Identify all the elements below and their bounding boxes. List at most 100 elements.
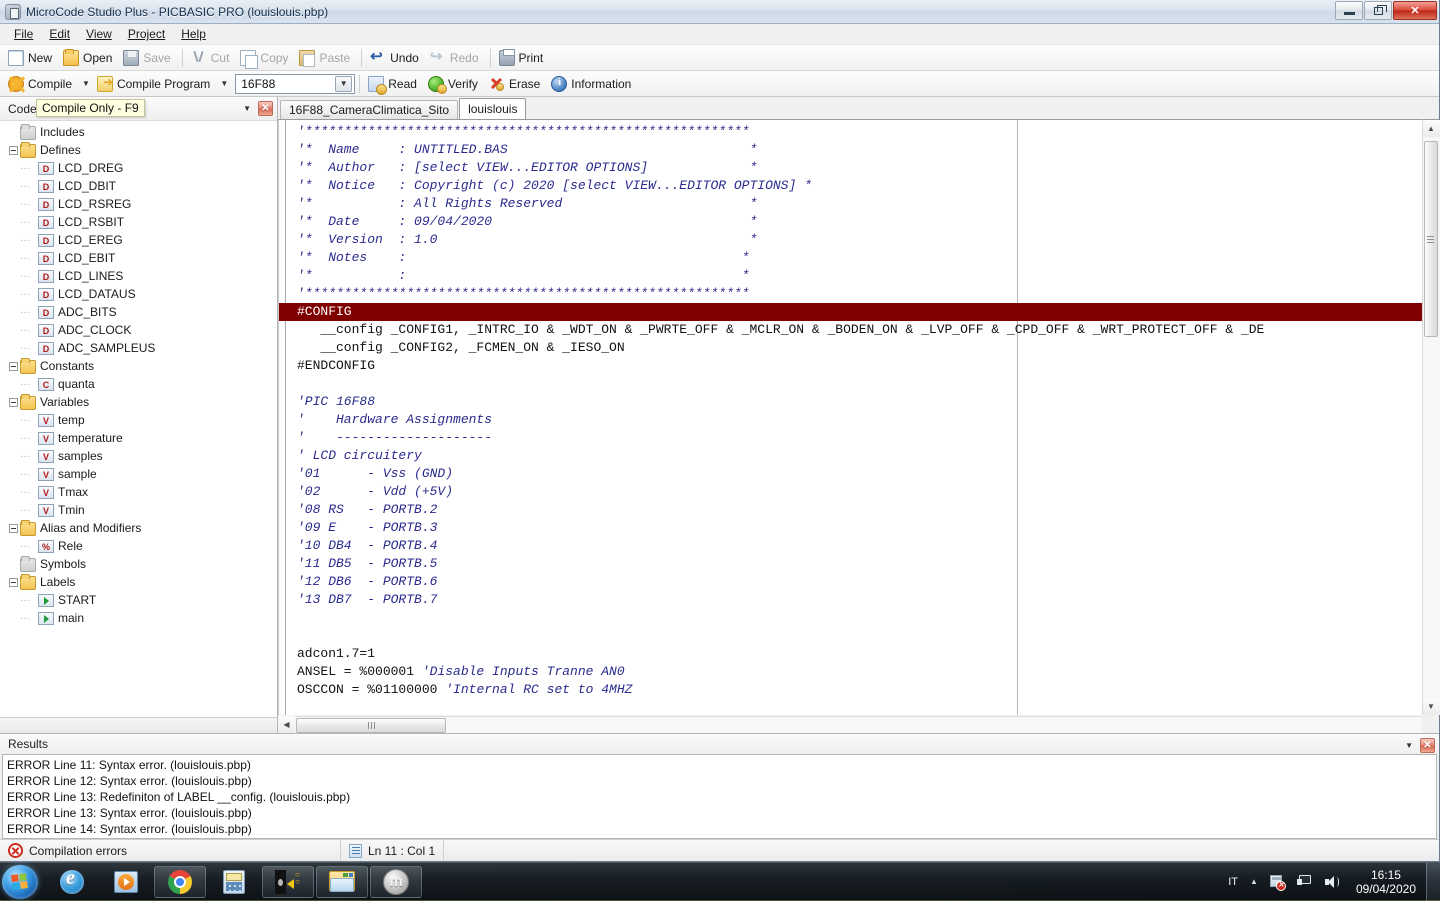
tree-item-tmax[interactable]: ···VTmax (6, 483, 277, 501)
tree-item-lcd-rsbit[interactable]: ···DLCD_RSBIT (6, 213, 277, 231)
tree-item-lcd-dataus[interactable]: ···DLCD_DATAUS (6, 285, 277, 303)
print-button[interactable]: Print (495, 47, 551, 69)
menu-view[interactable]: View (78, 25, 120, 43)
code-explorer-panel: Code Compile Only - F9 ▼ ✕ IncludesDefin… (0, 97, 278, 733)
result-message[interactable]: ERROR Line 14: Syntax error. (louislouis… (7, 821, 1436, 837)
compile-program-dropdown-arrow-icon[interactable]: ▼ (217, 79, 231, 88)
tree-item-lcd-ereg[interactable]: ···DLCD_EREG (6, 231, 277, 249)
tree-item-quanta[interactable]: ···Cquanta (6, 375, 277, 393)
code-area[interactable]: '***************************************… (278, 119, 1422, 715)
tree-item-start[interactable]: ···START (6, 591, 277, 609)
menu-project[interactable]: Project (120, 25, 173, 43)
code-explorer-tree[interactable]: IncludesDefines···DLCD_DREG···DLCD_DBIT·… (0, 121, 277, 717)
language-indicator[interactable]: IT (1222, 876, 1244, 888)
show-hidden-icons-button[interactable]: ▲ (1244, 877, 1264, 886)
title-bar: MicroCode Studio Plus - PICBASIC PRO (lo… (0, 0, 1439, 24)
read-button[interactable]: Read (364, 73, 424, 95)
tree-item-adc-sampleus[interactable]: ···DADC_SAMPLEUS (6, 339, 277, 357)
restore-button[interactable] (1364, 1, 1392, 20)
tree-item-temperature[interactable]: ···Vtemperature (6, 429, 277, 447)
results-close-button[interactable]: ✕ (1420, 738, 1435, 753)
network-button[interactable] (1291, 875, 1318, 888)
redo-button[interactable]: Redo (426, 47, 486, 69)
tree-item-constants[interactable]: Constants (6, 357, 277, 375)
editor-tab-louislouis[interactable]: louislouis (459, 98, 526, 119)
tree-item-label: LCD_DREG (58, 161, 123, 175)
tree-item-adc-clock[interactable]: ···DADC_CLOCK (6, 321, 277, 339)
tree-item-rele[interactable]: ···%Rele (6, 537, 277, 555)
tree-item-lcd-lines[interactable]: ···DLCD_LINES (6, 267, 277, 285)
chevron-down-icon[interactable]: ▼ (335, 76, 352, 92)
tree-item-labels[interactable]: Labels (6, 573, 277, 591)
verify-button[interactable]: Verify (424, 73, 485, 95)
code-explorer-close-button[interactable]: ✕ (258, 101, 273, 116)
tree-item-sample[interactable]: ···Vsample (6, 465, 277, 483)
editor-tab-16f88-cameraclimatica-sito[interactable]: 16F88_CameraClimatica_Sito (280, 100, 458, 119)
clock[interactable]: 16:15 09/04/2020 (1346, 868, 1426, 896)
menu-help[interactable]: Help (173, 25, 214, 43)
scroll-left-arrow-icon[interactable]: ◀ (278, 716, 295, 733)
tree-item-main[interactable]: ···main (6, 609, 277, 627)
information-button[interactable]: Information (547, 73, 638, 95)
tree-item-defines[interactable]: Defines (6, 141, 277, 159)
result-message[interactable]: ERROR Line 13: Syntax error. (louislouis… (7, 805, 1436, 821)
taskbar-item-internet-explorer[interactable] (46, 866, 98, 898)
results-menu-icon[interactable]: ▼ (1405, 741, 1413, 750)
taskbar-item-calculator[interactable] (208, 866, 260, 898)
vertical-scroll-thumb[interactable] (1424, 141, 1438, 337)
horizontal-scroll-thumb[interactable] (296, 718, 446, 733)
cut-button[interactable]: Cut (187, 47, 237, 69)
read-button-label: Read (388, 77, 417, 91)
minimize-button[interactable] (1335, 1, 1363, 20)
vertical-scroll-track[interactable] (1423, 137, 1440, 698)
tree-item-tmin[interactable]: ···VTmin (6, 501, 277, 519)
menu-edit[interactable]: Edit (41, 25, 78, 43)
tree-item-includes[interactable]: Includes (6, 123, 277, 141)
tree-item-label: LCD_DBIT (58, 179, 116, 193)
toolbar-primary: New Open Save Cut Copy Paste Undo (0, 45, 1439, 71)
taskbar-item-windows-media-player[interactable] (100, 866, 152, 898)
tree-item-variables[interactable]: Variables (6, 393, 277, 411)
erase-button[interactable]: Erase (485, 73, 547, 95)
toolbar-separator (359, 75, 360, 93)
start-button[interactable] (2, 865, 38, 899)
volume-button[interactable] (1318, 875, 1346, 889)
result-message[interactable]: ERROR Line 11: Syntax error. (louislouis… (7, 757, 1436, 773)
tree-item-lcd-ebit[interactable]: ···DLCD_EBIT (6, 249, 277, 267)
editor-horizontal-scrollbar[interactable]: ◀ (278, 716, 1422, 733)
compile-dropdown-arrow-icon[interactable]: ▼ (79, 79, 93, 88)
tree-item-lcd-dreg[interactable]: ···DLCD_DREG (6, 159, 277, 177)
tree-item-temp[interactable]: ···Vtemp (6, 411, 277, 429)
taskbar-item-microcode-studio[interactable] (370, 866, 422, 898)
new-button[interactable]: New (4, 47, 59, 69)
result-message[interactable]: ERROR Line 13: Redefiniton of LABEL __co… (7, 789, 1436, 805)
results-list[interactable]: ERROR Line 11: Syntax error. (louislouis… (2, 754, 1437, 839)
compile-button[interactable]: Compile (4, 73, 79, 95)
tree-item-samples[interactable]: ···Vsamples (6, 447, 277, 465)
tree-item-adc-bits[interactable]: ···DADC_BITS (6, 303, 277, 321)
close-button[interactable]: ✕ (1393, 1, 1437, 20)
save-button[interactable]: Save (119, 47, 177, 69)
tree-item-lcd-dbit[interactable]: ···DLCD_DBIT (6, 177, 277, 195)
tree-item-symbols[interactable]: Symbols (6, 555, 277, 573)
show-desktop-button[interactable] (1426, 863, 1440, 901)
taskbar-item-programmer-tool[interactable]: ○○ (262, 866, 314, 898)
source-code[interactable]: '***************************************… (279, 120, 1422, 699)
taskbar-item-file-explorer[interactable] (316, 866, 368, 898)
menu-file[interactable]: File (6, 25, 41, 43)
copy-button[interactable]: Copy (236, 47, 295, 69)
taskbar-item-google-chrome[interactable] (154, 866, 206, 898)
open-button[interactable]: Open (59, 47, 119, 69)
editor-vertical-scrollbar[interactable]: ▲ ▼ (1422, 119, 1439, 715)
result-message[interactable]: ERROR Line 12: Syntax error. (louislouis… (7, 773, 1436, 789)
tree-item-lcd-rsreg[interactable]: ···DLCD_RSREG (6, 195, 277, 213)
tree-item-alias-and-modifiers[interactable]: Alias and Modifiers (6, 519, 277, 537)
action-center-button[interactable]: ✕ (1264, 875, 1291, 889)
compile-program-button[interactable]: Compile Program (93, 73, 217, 95)
code-explorer-menu-icon[interactable]: ▼ (243, 104, 251, 113)
scroll-down-arrow-icon[interactable]: ▼ (1423, 698, 1440, 715)
chip-select[interactable]: 16F88 ▼ (235, 74, 355, 94)
paste-button[interactable]: Paste (295, 47, 357, 69)
scroll-up-arrow-icon[interactable]: ▲ (1423, 120, 1440, 137)
undo-button[interactable]: Undo (366, 47, 426, 69)
